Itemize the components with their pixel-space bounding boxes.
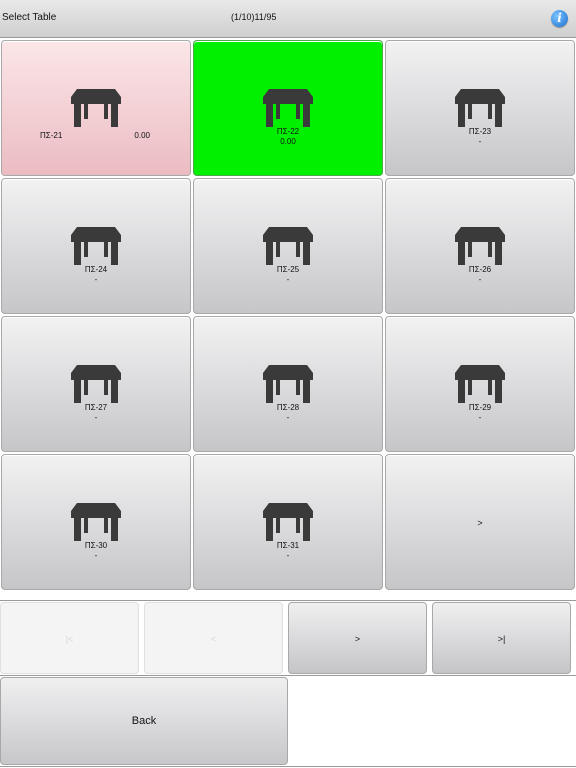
table-icon <box>71 89 121 129</box>
table-amount: - <box>478 413 482 422</box>
table-name: ΠΣ-24 <box>84 265 108 274</box>
divider <box>0 766 576 767</box>
table-amount: - <box>478 275 482 284</box>
table-button[interactable]: ΠΣ-31- <box>193 454 383 590</box>
table-amount: - <box>286 275 290 284</box>
next-page-button[interactable]: > <box>288 602 427 674</box>
next-arrow-label: > <box>477 518 483 528</box>
table-button[interactable]: ΠΣ-30- <box>1 454 191 590</box>
table-icon <box>455 365 505 405</box>
table-amount: 0.00 <box>134 131 150 140</box>
table-button[interactable]: ΠΣ-21 0.00 <box>1 40 191 176</box>
table-name: ΠΣ-26 <box>468 265 492 274</box>
table-icon <box>263 365 313 405</box>
table-amount: - <box>94 275 98 284</box>
table-icon <box>71 365 121 405</box>
table-name: ΠΣ-28 <box>276 403 300 412</box>
table-name: ΠΣ-29 <box>468 403 492 412</box>
table-button[interactable]: ΠΣ-24- <box>1 178 191 314</box>
table-button[interactable]: ΠΣ-26- <box>385 178 575 314</box>
table-name: ΠΣ-21 <box>40 131 63 140</box>
table-icon <box>71 503 121 543</box>
table-amount: - <box>478 137 482 146</box>
divider <box>0 675 576 676</box>
table-name: ΠΣ-30 <box>84 541 108 550</box>
table-button[interactable]: ΠΣ-29- <box>385 316 575 452</box>
table-icon <box>263 227 313 267</box>
table-button[interactable]: ΠΣ-25- <box>193 178 383 314</box>
page-title: Select Table <box>2 12 57 23</box>
header-bar: Select Table (1/10)11/95 i <box>0 0 576 38</box>
table-amount: - <box>94 551 98 560</box>
table-icon <box>455 89 505 129</box>
table-name: ΠΣ-31 <box>276 541 300 550</box>
last-page-button[interactable]: >| <box>432 602 571 674</box>
table-button[interactable]: ΠΣ-23- <box>385 40 575 176</box>
table-button[interactable]: ΠΣ-22 0.00 <box>193 40 383 176</box>
first-page-button[interactable]: |< <box>0 602 139 674</box>
table-amount: - <box>286 413 290 422</box>
page-indicator: (1/10)11/95 <box>231 12 277 22</box>
table-button[interactable]: ΠΣ-27- <box>1 316 191 452</box>
table-name: ΠΣ-23 <box>468 127 492 136</box>
pagination-bar: |< < > >| <box>0 601 576 675</box>
table-name: ΠΣ-25 <box>276 265 300 274</box>
table-button[interactable]: ΠΣ-28- <box>193 316 383 452</box>
table-amount: 0.00 <box>280 137 296 146</box>
table-name: ΠΣ-22 <box>276 127 300 136</box>
prev-page-button[interactable]: < <box>144 602 283 674</box>
table-icon <box>71 227 121 267</box>
table-amount: - <box>94 413 98 422</box>
back-button[interactable]: Back <box>0 677 288 765</box>
info-icon[interactable]: i <box>551 10 568 27</box>
table-name: ΠΣ-27 <box>84 403 108 412</box>
table-amount: - <box>286 551 290 560</box>
table-grid: ΠΣ-21 0.00 ΠΣ-22 0.00 ΠΣ-23- ΠΣ-24- ΠΣ-25- ΠΣ-2… <box>0 39 576 595</box>
table-icon <box>263 503 313 543</box>
table-icon <box>263 89 313 129</box>
table-icon <box>455 227 505 267</box>
grid-next-button[interactable]: > <box>385 454 575 590</box>
